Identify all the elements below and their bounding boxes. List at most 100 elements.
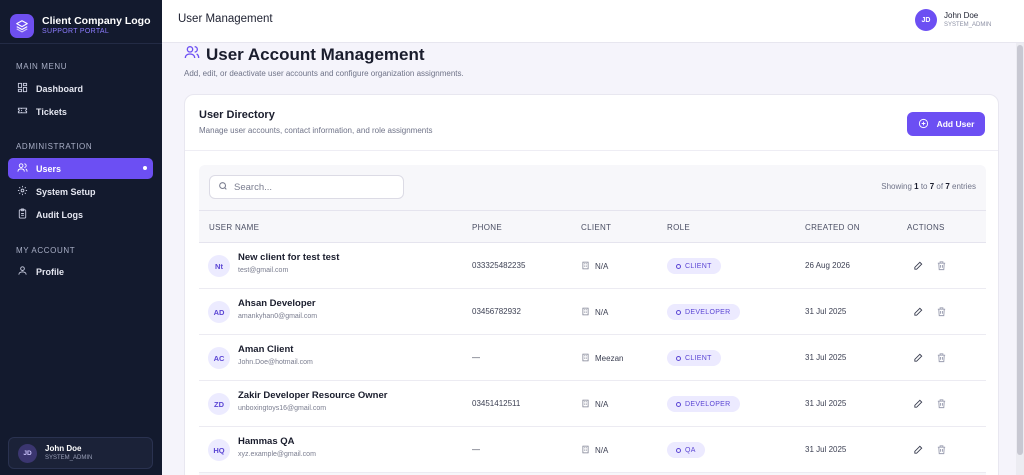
table-row[interactable]: Nt New client for test test test@gmail.c… (199, 243, 986, 289)
created-date: 31 Jul 2025 (805, 445, 847, 454)
brand[interactable]: Client Company Logo SUPPORT PORTAL (0, 0, 162, 44)
sidebar-item-dashboard[interactable]: Dashboard (8, 78, 153, 99)
users-icon (184, 44, 200, 65)
search-field[interactable] (209, 175, 404, 199)
sidebar-item-label: Audit Logs (36, 209, 83, 220)
edit-icon[interactable] (912, 305, 924, 317)
sidebar-item-label: Profile (36, 266, 65, 277)
trash-icon[interactable] (935, 305, 947, 317)
topbar-title: User Management (178, 13, 273, 25)
trash-icon[interactable] (935, 397, 947, 409)
sidebar-item-users[interactable]: Users (8, 158, 153, 179)
sidebar-item-tickets[interactable]: Tickets (8, 101, 153, 122)
user-directory-card: User Directory Manage user accounts, con… (184, 94, 999, 475)
user-role: SYSTEM_ADMIN (944, 22, 992, 28)
sidebar-item-system-setup[interactable]: System Setup (8, 181, 153, 202)
avatar: ZD (208, 393, 230, 415)
avatar: AC (208, 347, 230, 369)
sidebar-item-label: Tickets (36, 106, 67, 117)
avatar: HQ (208, 439, 230, 461)
user-phone: 03451412511 (472, 399, 521, 408)
user-email: xyz.example@gmail.com (238, 451, 316, 458)
page-header: User Account Management Add, edit, or de… (184, 44, 464, 79)
created-date: 31 Jul 2025 (805, 307, 847, 316)
sidebar-item-profile[interactable]: Profile (8, 261, 153, 282)
role-badge: CLIENT (667, 258, 721, 274)
column-header-created-on[interactable]: CREATED ON (805, 223, 860, 232)
user-role: SYSTEM_ADMIN (45, 454, 93, 461)
add-user-label: Add User (936, 119, 975, 129)
created-date: 26 Aug 2026 (805, 261, 850, 270)
user-name: Aman Client (238, 344, 294, 355)
user-email: unboxingtoys16@gmail.com (238, 405, 327, 412)
user-client: Meezan (581, 353, 623, 364)
sidebar-item-label: Users (36, 163, 62, 174)
user-phone: — (472, 445, 480, 454)
sidebar-item-audit-logs[interactable]: Audit Logs (8, 204, 153, 225)
edit-icon[interactable] (912, 397, 924, 409)
column-header-user-name[interactable]: USER NAME (209, 223, 259, 232)
column-header-phone[interactable]: PHONE (472, 223, 502, 232)
avatar: JD (18, 443, 37, 463)
avatar: AD (208, 301, 230, 323)
user-client: N/A (581, 261, 608, 272)
user-client: N/A (581, 307, 608, 318)
table-row[interactable]: AC Aman Client John.Doe@hotmail.com — Me… (199, 335, 986, 381)
layers-icon (10, 14, 34, 38)
clipboard-icon (17, 208, 28, 221)
circle-icon (676, 355, 681, 361)
user-icon (17, 265, 28, 278)
main-scrollbar[interactable] (1016, 43, 1024, 475)
nav-section-admin: ADMINISTRATION (16, 142, 93, 151)
building-icon (581, 261, 590, 272)
user-email: John.Doe@hotmail.com (238, 359, 313, 366)
column-header-role[interactable]: ROLE (667, 223, 690, 232)
edit-icon[interactable] (912, 259, 924, 271)
avatar: JD (915, 9, 937, 31)
topbar-user-menu[interactable]: JD John Doe SYSTEM_ADMIN (915, 9, 991, 31)
card-title: User Directory (199, 109, 275, 121)
created-date: 31 Jul 2025 (805, 399, 847, 408)
scroll-thumb[interactable] (1017, 45, 1023, 455)
users-icon (17, 162, 28, 175)
user-email: test@gmail.com (238, 267, 289, 274)
edit-icon[interactable] (912, 351, 924, 363)
trash-icon[interactable] (935, 259, 947, 271)
circle-icon (676, 263, 681, 269)
building-icon (581, 399, 590, 410)
user-client: N/A (581, 445, 608, 456)
role-badge: DEVELOPER (667, 396, 740, 412)
role-badge: DEVELOPER (667, 304, 740, 320)
trash-icon[interactable] (935, 351, 947, 363)
user-name: Hammas QA (238, 436, 295, 447)
search-input[interactable] (234, 181, 394, 193)
table-header: USER NAME PHONE CLIENT ROLE CREATED ON A… (199, 210, 986, 243)
table-row[interactable]: ZD Zakir Developer Resource Owner unboxi… (199, 381, 986, 427)
circle-icon (676, 447, 681, 453)
gear-icon (17, 185, 28, 198)
entries-count: Showing 1 to 7 of 7 entries (881, 182, 976, 191)
page-title: User Account Management (206, 44, 425, 64)
edit-icon[interactable] (912, 443, 924, 455)
sidebar-user-card[interactable]: JD John Doe SYSTEM_ADMIN (8, 437, 153, 469)
divider (185, 150, 998, 151)
card-subtitle: Manage user accounts, contact informatio… (199, 126, 433, 135)
trash-icon[interactable] (935, 443, 947, 455)
user-phone: 03456782932 (472, 307, 521, 316)
nav-section-main: MAIN MENU (16, 62, 68, 71)
column-header-client[interactable]: CLIENT (581, 223, 611, 232)
add-user-button[interactable]: Add User (907, 112, 985, 136)
topbar: User Management JD John Doe SYSTEM_ADMIN (162, 0, 1024, 43)
column-header-actions: ACTIONS (907, 223, 945, 232)
user-name: John Doe (944, 11, 979, 20)
sidebar-item-label: System Setup (36, 186, 96, 197)
circle-icon (676, 309, 681, 315)
role-badge: CLIENT (667, 350, 721, 366)
avatar: Nt (208, 255, 230, 277)
dashboard-icon (17, 82, 28, 95)
brand-subtitle: SUPPORT PORTAL (42, 28, 110, 35)
created-date: 31 Jul 2025 (805, 353, 847, 362)
ticket-icon (17, 105, 28, 118)
table-row[interactable]: HQ Hammas QA xyz.example@gmail.com — N/A… (199, 427, 986, 473)
table-row[interactable]: AD Ahsan Developer amankyhan0@gmail.com … (199, 289, 986, 335)
